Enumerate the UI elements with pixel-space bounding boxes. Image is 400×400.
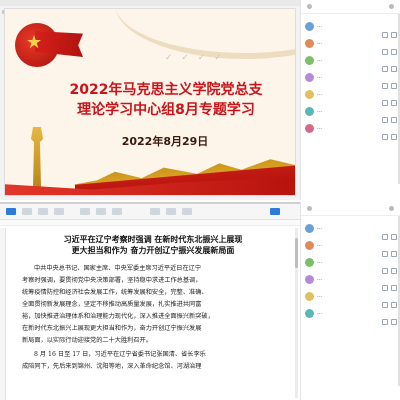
text-line: 成陪同下，先后来到锦州、沈阳等地，深入革命纪念馆、河湖治理	[22, 363, 202, 370]
participant-row[interactable]: …	[301, 290, 400, 308]
window-control-icon[interactable]	[307, 206, 312, 211]
participant-list: … … … … … …	[301, 222, 400, 325]
window-control-icon[interactable]	[307, 4, 312, 9]
microphone-icon[interactable]	[382, 134, 388, 140]
avatar	[305, 39, 314, 48]
avatar	[305, 22, 314, 31]
slide-date: 2022年8月29日	[121, 135, 209, 148]
participant-row[interactable]: …	[301, 20, 400, 38]
avatar	[305, 292, 314, 301]
undo-icon[interactable]	[38, 208, 48, 215]
file-menu-icon[interactable]	[6, 208, 16, 215]
text-line: 中共中央总书记、国家主席、中央军委主席习近平近日在辽宁	[34, 265, 202, 272]
avatar	[305, 309, 314, 318]
horizontal-ruler	[0, 220, 300, 226]
participant-controls	[379, 310, 397, 329]
participant-row[interactable]: …	[301, 122, 400, 140]
vertical-ruler	[0, 228, 6, 400]
participant-row[interactable]: …	[301, 222, 400, 240]
presentation-slide: ★ ✓ ✓ ✓ ✓ 2022年马克思主义学院党总支 理论学习中心组8月专题学习 …	[4, 8, 296, 196]
document-scrollbar[interactable]	[295, 228, 298, 398]
editor-toolbar	[0, 204, 300, 220]
document-paragraph-2: 8 月 16 日至 17 日，习近平在辽宁省委书记张国清、省长李乐 成陪同下，先…	[22, 349, 284, 373]
avatar	[305, 224, 314, 233]
participant-panel-top: … … … … … … …	[300, 0, 400, 200]
participant-name: …	[317, 57, 322, 63]
participant-name: …	[317, 259, 322, 265]
participant-name: …	[317, 40, 322, 46]
participant-name: …	[317, 276, 322, 282]
participant-name: …	[317, 91, 322, 97]
text-line: 新局面，以实际行动迎接党的二十大胜利召开。	[22, 337, 152, 344]
camera-icon[interactable]	[391, 134, 397, 140]
screen: ★ ✓ ✓ ✓ ✓ 2022年马克思主义学院党总支 理论学习中心组8月专题学习 …	[0, 0, 400, 400]
avatar	[305, 275, 314, 284]
presentation-tab-strip[interactable]	[0, 0, 300, 14]
participant-panel-header	[301, 0, 400, 14]
document-page[interactable]: 习近平在辽宁考察时强调 在新时代东北振兴上展现 更大担当和作为 奋力开创辽宁振兴…	[22, 234, 284, 400]
dove-icons: ✓ ✓ ✓ ✓	[165, 53, 225, 63]
text-line: 统筹疫情防控和经济社会发展工作，统筹发展和安全，完整、准确、	[22, 289, 208, 296]
document-paragraph-1: 中共中央总书记、国家主席、中央军委主席习近平近日在辽宁 考察时强调，要贯彻党中央…	[22, 263, 284, 347]
avatar	[305, 107, 314, 116]
insert-icon[interactable]	[150, 208, 160, 215]
avatar	[305, 73, 314, 82]
text-line: 考察时强调，要贯彻党中央决策部署，坚持稳中求进工作总基调，	[22, 277, 202, 284]
review-icon[interactable]	[182, 208, 192, 215]
scrollbar-thumb[interactable]	[295, 238, 298, 268]
share-icon[interactable]	[270, 208, 280, 215]
microphone-icon[interactable]	[382, 319, 388, 325]
participant-name: …	[317, 225, 322, 231]
avatar	[305, 241, 314, 250]
participant-list: … … … … … … …	[301, 20, 400, 140]
participant-row[interactable]: …	[301, 54, 400, 72]
layout-icon[interactable]	[166, 208, 176, 215]
font-icon[interactable]	[80, 208, 90, 215]
save-icon[interactable]	[22, 208, 32, 215]
text-line: 全面贯彻新发展理念，坚定不移推动高质量发展，扎实推进共同富	[22, 301, 202, 308]
close-icon[interactable]	[389, 4, 394, 9]
slide-title-line-1: 2022年马克思主义学院党总支	[69, 82, 263, 98]
camera-icon[interactable]	[391, 319, 397, 325]
avatar	[305, 258, 314, 267]
align-icon[interactable]	[112, 208, 122, 215]
participant-row[interactable]: …	[301, 88, 400, 106]
redo-icon[interactable]	[54, 208, 64, 215]
participant-name: …	[317, 293, 322, 299]
participant-panel-bottom: … … … … … …	[300, 202, 400, 400]
text-line: 8 月 16 日至 17 日，习近平在辽宁省委书记张国清、省长李乐	[34, 351, 206, 358]
avatar	[305, 124, 314, 133]
participant-row[interactable]: …	[301, 256, 400, 274]
bold-icon[interactable]	[96, 208, 106, 215]
slide-title-line-2: 理论学习中心组8月专题学习	[77, 102, 255, 118]
participant-row[interactable]: …	[301, 239, 400, 257]
participant-name: …	[317, 74, 322, 80]
monument-illustration	[31, 127, 43, 187]
document-editor-window: 习近平在辽宁考察时强调 在新时代东北振兴上展现 更大担当和作为 奋力开创辽宁振兴…	[0, 202, 300, 400]
text-line: 在新时代东北振兴上展现更大担当和作为，奋力开创辽宁振兴发展	[22, 325, 202, 332]
participant-name: …	[317, 242, 322, 248]
document-title-line-2: 更大担当和作为 奋力开创辽宁振兴发展新局面	[71, 245, 235, 255]
avatar	[305, 56, 314, 65]
participant-name: …	[317, 23, 322, 29]
decorative-curve	[115, 9, 295, 59]
star-icon: ★	[26, 32, 43, 53]
participant-controls	[379, 125, 397, 144]
participant-row[interactable]: …	[301, 273, 400, 291]
participant-row[interactable]: …	[301, 37, 400, 55]
document-title-line-1: 习近平在辽宁考察时强调 在新时代东北振兴上展现	[63, 234, 243, 244]
participant-name: …	[317, 125, 322, 131]
participant-row[interactable]: …	[301, 307, 400, 325]
avatar	[305, 90, 314, 99]
participant-panel-header	[301, 202, 400, 216]
close-icon[interactable]	[389, 206, 394, 211]
text-line: 裕，加快推进治理体系和治理能力现代化，深入推进全面振兴新突破，	[22, 313, 214, 320]
participant-row[interactable]: …	[301, 71, 400, 89]
participant-row[interactable]: …	[301, 105, 400, 123]
participant-name: …	[317, 108, 322, 114]
participant-name: …	[317, 310, 322, 316]
